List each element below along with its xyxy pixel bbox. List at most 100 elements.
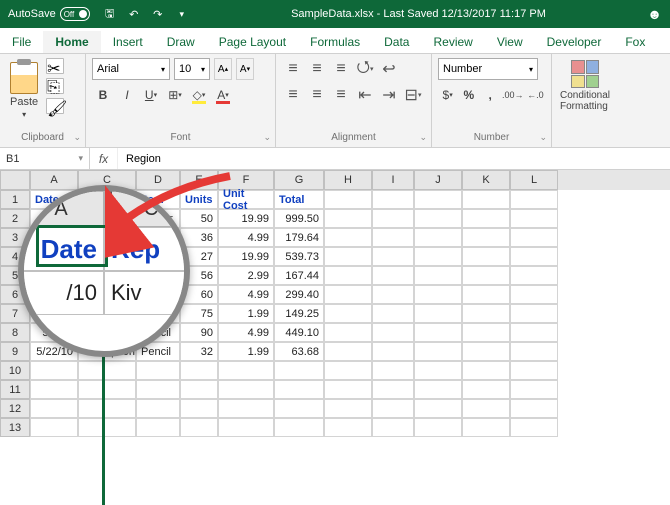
cell[interactable] bbox=[462, 247, 510, 266]
cell[interactable]: 1.99 bbox=[218, 304, 274, 323]
cell[interactable] bbox=[324, 266, 372, 285]
cell[interactable]: 539.73 bbox=[274, 247, 324, 266]
cell[interactable] bbox=[414, 342, 462, 361]
cell[interactable] bbox=[324, 247, 372, 266]
currency-icon[interactable]: $▾ bbox=[438, 84, 457, 106]
cell[interactable] bbox=[414, 304, 462, 323]
align-left-icon[interactable]: ≡ bbox=[282, 84, 304, 106]
cell[interactable] bbox=[372, 228, 414, 247]
cell[interactable]: 299.40 bbox=[274, 285, 324, 304]
cell[interactable] bbox=[510, 190, 558, 209]
tab-home[interactable]: Home bbox=[43, 31, 100, 53]
dec-decimal-icon[interactable]: ←.0 bbox=[526, 84, 545, 106]
cell[interactable]: Total bbox=[274, 190, 324, 209]
row-header-12[interactable]: 12 bbox=[0, 399, 30, 418]
cell[interactable]: 50 bbox=[180, 209, 218, 228]
cell[interactable] bbox=[510, 380, 558, 399]
cell[interactable] bbox=[510, 418, 558, 437]
cell[interactable] bbox=[78, 380, 136, 399]
cell[interactable]: 75 bbox=[180, 304, 218, 323]
cell[interactable]: 179.64 bbox=[274, 228, 324, 247]
col-header-L[interactable]: L bbox=[510, 170, 558, 190]
cell[interactable] bbox=[462, 266, 510, 285]
cell[interactable] bbox=[372, 190, 414, 209]
orientation-icon[interactable]: ⭯▾ bbox=[354, 58, 376, 80]
cell[interactable] bbox=[462, 190, 510, 209]
tab-file[interactable]: File bbox=[0, 31, 43, 53]
align-bottom-icon[interactable]: ≡ bbox=[330, 58, 352, 80]
align-middle-icon[interactable]: ≡ bbox=[306, 58, 328, 80]
row-header-13[interactable]: 13 bbox=[0, 418, 30, 437]
cell[interactable] bbox=[218, 399, 274, 418]
col-header-A[interactable]: A bbox=[30, 170, 78, 190]
cell[interactable] bbox=[372, 323, 414, 342]
cell[interactable] bbox=[462, 361, 510, 380]
cell[interactable] bbox=[136, 380, 180, 399]
cell[interactable] bbox=[462, 380, 510, 399]
paste-button[interactable]: Paste ▾ bbox=[6, 58, 42, 123]
cell[interactable] bbox=[274, 361, 324, 380]
cell[interactable] bbox=[510, 228, 558, 247]
qat-more-icon[interactable]: ▾ bbox=[174, 6, 190, 22]
cell[interactable] bbox=[274, 399, 324, 418]
cell[interactable] bbox=[372, 418, 414, 437]
formula-bar[interactable]: Region bbox=[118, 148, 670, 169]
tab-review[interactable]: Review bbox=[421, 31, 484, 53]
cell[interactable] bbox=[462, 323, 510, 342]
cell[interactable] bbox=[462, 285, 510, 304]
cell[interactable] bbox=[324, 228, 372, 247]
row-header-9[interactable]: 9 bbox=[0, 342, 30, 361]
font-size-select[interactable]: 10▾ bbox=[174, 58, 210, 80]
cell[interactable] bbox=[462, 209, 510, 228]
cell[interactable]: 19.99 bbox=[218, 209, 274, 228]
underline-button[interactable]: U▾ bbox=[140, 84, 162, 106]
col-header-I[interactable]: I bbox=[372, 170, 414, 190]
align-right-icon[interactable]: ≡ bbox=[330, 84, 352, 106]
col-header-D[interactable]: D bbox=[136, 170, 180, 190]
cut-icon[interactable]: ✂ bbox=[46, 58, 64, 74]
cell[interactable]: 32 bbox=[180, 342, 218, 361]
redo-icon[interactable]: ↷ bbox=[150, 6, 166, 22]
cell[interactable]: 4.99 bbox=[218, 228, 274, 247]
cell[interactable] bbox=[462, 304, 510, 323]
cell[interactable] bbox=[462, 228, 510, 247]
cell[interactable] bbox=[136, 361, 180, 380]
bold-button[interactable]: B bbox=[92, 84, 114, 106]
col-header-H[interactable]: H bbox=[324, 170, 372, 190]
undo-icon[interactable]: ↶ bbox=[126, 6, 142, 22]
border-button[interactable]: ⊞▾ bbox=[164, 84, 186, 106]
cell[interactable] bbox=[78, 399, 136, 418]
cell[interactable] bbox=[274, 380, 324, 399]
cell[interactable] bbox=[510, 323, 558, 342]
cell[interactable] bbox=[30, 418, 78, 437]
cell[interactable] bbox=[414, 418, 462, 437]
cell[interactable] bbox=[372, 380, 414, 399]
cell[interactable] bbox=[218, 418, 274, 437]
cell[interactable] bbox=[324, 418, 372, 437]
cell[interactable]: 19.99 bbox=[218, 247, 274, 266]
cell[interactable] bbox=[510, 247, 558, 266]
cell[interactable] bbox=[78, 418, 136, 437]
cell[interactable]: 449.10 bbox=[274, 323, 324, 342]
cell[interactable] bbox=[372, 266, 414, 285]
cell[interactable] bbox=[510, 342, 558, 361]
cell[interactable] bbox=[324, 323, 372, 342]
tab-data[interactable]: Data bbox=[372, 31, 421, 53]
autosave-toggle[interactable]: AutoSave Off bbox=[8, 7, 90, 21]
cell[interactable]: 4.99 bbox=[218, 285, 274, 304]
cell[interactable] bbox=[218, 361, 274, 380]
cell[interactable] bbox=[180, 418, 218, 437]
cell[interactable] bbox=[510, 399, 558, 418]
align-center-icon[interactable]: ≡ bbox=[306, 84, 328, 106]
tab-fox[interactable]: Fox bbox=[613, 31, 657, 53]
select-all-corner[interactable] bbox=[0, 170, 30, 190]
cell[interactable]: 63.68 bbox=[274, 342, 324, 361]
cell[interactable] bbox=[274, 418, 324, 437]
cell[interactable]: 1.99 bbox=[218, 342, 274, 361]
cell[interactable] bbox=[462, 342, 510, 361]
cell[interactable] bbox=[372, 361, 414, 380]
cell[interactable]: 2.99 bbox=[218, 266, 274, 285]
cell[interactable] bbox=[324, 304, 372, 323]
cell[interactable] bbox=[324, 361, 372, 380]
cell[interactable] bbox=[414, 266, 462, 285]
